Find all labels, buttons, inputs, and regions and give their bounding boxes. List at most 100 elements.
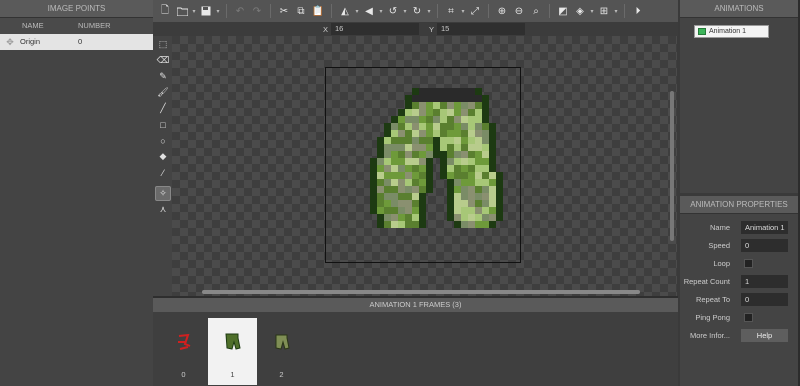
loop-checkbox[interactable] <box>744 259 753 268</box>
point-name: Origin <box>20 37 41 46</box>
open-dropdown-icon[interactable]: ▾ <box>191 2 197 20</box>
repeat-count-field[interactable]: 1 <box>741 275 788 288</box>
eraser-icon[interactable]: ⌫ <box>155 53 171 68</box>
repeat-to-field[interactable]: 0 <box>741 293 788 306</box>
mirror-dropdown-icon[interactable]: ▾ <box>378 2 384 20</box>
image-point-row[interactable]: ✥ Origin 0 <box>0 34 153 50</box>
zoom-fit-icon[interactable]: ⌕ <box>528 2 544 20</box>
speed-row: Speed 0 <box>680 239 798 253</box>
play-icon[interactable]: ⏵ <box>630 2 646 20</box>
crosshair-icon: ✥ <box>6 37 14 47</box>
frame-2-image <box>275 334 290 350</box>
flip-vertical-icon[interactable]: ◀ <box>361 2 377 20</box>
right-panels: ANIMATIONS Animation 1 ANIMATION PROPERT… <box>680 0 800 386</box>
crop-dropdown-icon[interactable]: ▾ <box>460 2 466 20</box>
layers-icon[interactable]: ◈ <box>572 2 588 20</box>
select-icon[interactable]: ⬚ <box>155 37 171 52</box>
brush-icon[interactable]: 🖌 <box>155 85 171 100</box>
eyedropper-icon[interactable]: ⁄ <box>155 165 171 180</box>
frame-number: 1 <box>230 370 235 379</box>
rotate-right-icon[interactable]: ↻ <box>409 2 425 20</box>
help-button[interactable]: Help <box>741 329 788 342</box>
copy-icon[interactable]: ⧉ <box>293 2 309 20</box>
frame-1-image <box>225 333 241 350</box>
rotate-left-dropdown-icon[interactable]: ▾ <box>402 2 408 20</box>
column-name[interactable]: NAME <box>0 18 78 34</box>
image-points-title: IMAGE POINTS <box>0 0 153 18</box>
speed-field[interactable]: 0 <box>741 239 788 252</box>
animations-title: ANIMATIONS <box>680 0 798 18</box>
properties-title: ANIMATION PROPERTIES <box>680 196 798 214</box>
rotate-left-icon[interactable]: ↺ <box>385 2 401 20</box>
action-points-icon[interactable]: ⋏ <box>155 202 171 217</box>
name-field[interactable]: Animation 1 <box>741 221 788 234</box>
save-icon[interactable] <box>198 2 214 20</box>
sprite-pants-image <box>370 88 503 228</box>
loop-label: Loop <box>713 259 730 268</box>
fill-icon[interactable]: ◆ <box>155 149 171 164</box>
origin-point-icon[interactable]: ✧ <box>155 186 171 201</box>
resize-icon[interactable]: ⤢ <box>467 2 483 20</box>
pencil-icon[interactable]: ✎ <box>155 69 171 84</box>
tool-palette: ⬚ ⌫ ✎ 🖌 ╱ □ ○ ◆ ⁄ ✧ ⋏ <box>153 36 172 296</box>
grid-icon[interactable]: ⊞ <box>596 2 612 20</box>
image-points-header: NAME NUMBER <box>0 18 153 34</box>
flip-horizontal-icon[interactable]: ◭ <box>337 2 353 20</box>
frame-thumb-2[interactable]: 2 <box>257 318 306 385</box>
rotate-right-dropdown-icon[interactable]: ▾ <box>426 2 432 20</box>
sprite-canvas[interactable] <box>172 36 677 296</box>
speed-label: Speed <box>708 241 730 250</box>
paste-icon[interactable]: 📋 <box>310 2 326 20</box>
sprite-frame[interactable] <box>325 67 521 263</box>
crop-icon[interactable]: ⌗ <box>443 2 459 20</box>
grid-color-icon[interactable]: ◩ <box>555 2 571 20</box>
column-number[interactable]: NUMBER <box>78 18 111 34</box>
animation-list-item[interactable]: Animation 1 <box>694 25 769 38</box>
cut-icon[interactable]: ✂ <box>276 2 292 20</box>
undo-icon[interactable]: ↶ <box>232 2 248 20</box>
line-icon[interactable]: ╱ <box>155 101 171 116</box>
loop-row: Loop <box>680 257 798 271</box>
frames-title: ANIMATION 1 FRAMES (3) <box>153 298 678 312</box>
zoom-in-icon[interactable]: ⊕ <box>494 2 510 20</box>
layers-dropdown-icon[interactable]: ▾ <box>589 2 595 20</box>
repeat-count-row: Repeat Count 1 <box>680 275 798 289</box>
ping-pong-checkbox[interactable] <box>744 313 753 322</box>
ping-pong-label: Ping Pong <box>695 313 730 322</box>
frame-0-image <box>178 333 191 350</box>
grid-dropdown-icon[interactable]: ▾ <box>613 2 619 20</box>
y-field[interactable]: 15 <box>437 23 525 35</box>
animation-icon <box>698 28 706 35</box>
point-number: 0 <box>78 37 83 46</box>
frame-thumb-1[interactable]: 1 <box>208 318 257 385</box>
more-info-label: More Infor... <box>689 331 730 340</box>
flip-dropdown-icon[interactable]: ▾ <box>354 2 360 20</box>
zoom-out-icon[interactable]: ⊖ <box>511 2 527 20</box>
ping-pong-row: Ping Pong <box>680 311 798 325</box>
open-folder-icon[interactable] <box>174 2 190 20</box>
frame-thumb-0[interactable]: 0 <box>159 318 208 385</box>
repeat-count-label: Repeat Count <box>683 277 730 286</box>
vertical-scrollbar[interactable] <box>670 91 674 241</box>
rectangle-icon[interactable]: □ <box>155 117 171 132</box>
frame-number: 2 <box>279 370 284 379</box>
coordinates-bar: X 16 Y 15 <box>153 22 678 36</box>
animation-properties-panel: ANIMATION PROPERTIES Name Animation 1 Sp… <box>680 196 798 386</box>
more-info-row: More Infor... Help <box>680 329 798 343</box>
repeat-to-row: Repeat To 0 <box>680 293 798 307</box>
horizontal-scrollbar[interactable] <box>202 290 640 294</box>
name-label: Name <box>709 223 730 232</box>
x-label: X <box>323 25 329 34</box>
image-points-panel: IMAGE POINTS NAME NUMBER ✥ Origin 0 <box>0 0 153 386</box>
name-row: Name Animation 1 <box>680 221 798 235</box>
frame-number: 0 <box>181 370 186 379</box>
main-toolbar: 🗋 ▾ ▾ ↶ ↷ ✂ ⧉ 📋 ◭ ▾ ◀ ▾ ↺ ▾ ↻ ▾ ⌗ ▾ ⤢ ⊕ … <box>153 0 678 22</box>
save-dropdown-icon[interactable]: ▾ <box>215 2 221 20</box>
ellipse-icon[interactable]: ○ <box>155 133 171 148</box>
redo-icon[interactable]: ↷ <box>249 2 265 20</box>
new-file-icon[interactable]: 🗋 <box>157 2 173 20</box>
repeat-to-label: Repeat To <box>695 295 730 304</box>
animations-panel: ANIMATIONS Animation 1 <box>680 0 798 193</box>
x-field[interactable]: 16 <box>331 23 419 35</box>
app-window: IMAGE POINTS NAME NUMBER ✥ Origin 0 🗋 ▾ … <box>0 0 800 386</box>
